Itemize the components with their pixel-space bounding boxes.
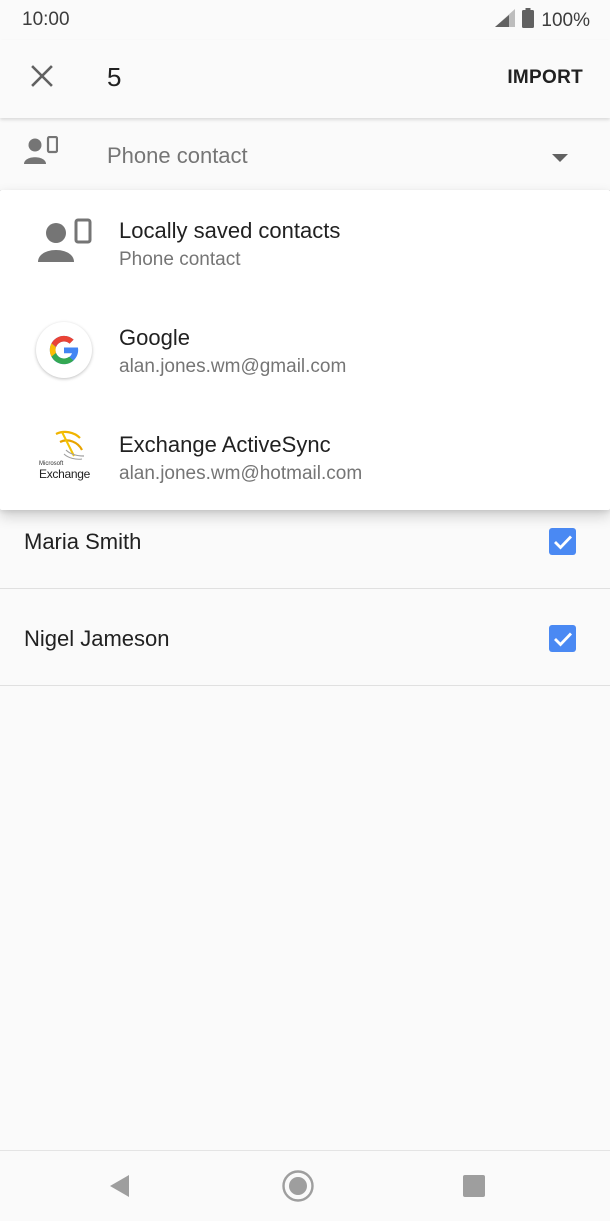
home-icon[interactable] [280, 1168, 316, 1204]
exchange-logo-icon: Microsoft Exchange [36, 426, 96, 486]
checkmark-icon [553, 632, 572, 647]
google-logo-icon [36, 322, 96, 382]
battery-percent: 100% [541, 9, 590, 31]
dropdown-item-subtitle: alan.jones.wm@gmail.com [119, 356, 347, 377]
contact-checkbox[interactable] [549, 625, 576, 652]
dropdown-item-title: Google [119, 325, 190, 350]
signal-icon [495, 9, 516, 32]
selected-count: 5 [107, 62, 122, 92]
dropdown-item-local[interactable]: Locally saved contacts Phone contact [0, 190, 610, 297]
close-button[interactable] [24, 60, 60, 96]
account-selector[interactable]: Phone contact [0, 118, 610, 191]
dropdown-item-title: Exchange ActiveSync [119, 432, 331, 457]
dropdown-item-title: Locally saved contacts [119, 218, 341, 243]
phone-contact-icon [36, 216, 96, 276]
close-icon [31, 64, 53, 92]
contact-name: Maria Smith [24, 529, 142, 554]
status-icons: 100% [495, 8, 590, 33]
checkmark-icon [553, 535, 572, 550]
dropdown-caret-icon [551, 150, 569, 168]
system-nav-bar [0, 1150, 610, 1221]
contact-row[interactable]: Nigel Jameson [0, 589, 610, 686]
import-button[interactable]: IMPORT [507, 67, 583, 89]
recents-icon[interactable] [459, 1171, 489, 1201]
phone-contact-icon [24, 135, 59, 171]
exchange-logo-text: Exchange [39, 467, 90, 481]
battery-icon [522, 8, 535, 33]
contact-checkbox[interactable] [549, 528, 576, 555]
back-icon[interactable] [105, 1171, 135, 1201]
dropdown-item-subtitle: alan.jones.wm@hotmail.com [119, 463, 363, 484]
status-bar: 10:00 100% [0, 0, 610, 40]
app-bar: 5 IMPORT [0, 40, 610, 118]
account-selector-label: Phone contact [107, 143, 248, 168]
dropdown-item-subtitle: Phone contact [119, 249, 241, 270]
dropdown-item-exchange[interactable]: Microsoft Exchange Exchange ActiveSync a… [0, 404, 610, 511]
dropdown-item-google[interactable]: Google alan.jones.wm@gmail.com [0, 297, 610, 404]
contact-name: Nigel Jameson [24, 626, 170, 651]
account-dropdown-menu: Locally saved contacts Phone contact Goo… [0, 190, 610, 510]
status-time: 10:00 [22, 9, 70, 30]
